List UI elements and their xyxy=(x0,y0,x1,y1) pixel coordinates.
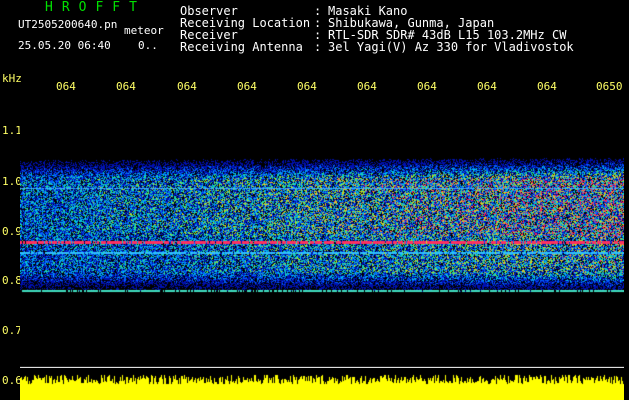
info-row-antenna: Receiving Antenna:3el Yagi(V) Az 330 for… xyxy=(180,41,574,53)
station-info: Observer: Masaki Kano Receiving Location:… xyxy=(180,5,574,53)
info-label: Receiving Antenna xyxy=(180,40,303,54)
time-tick: 064 xyxy=(477,80,497,93)
time-tick: 064 xyxy=(417,80,437,93)
frequency-tick: 0.6 xyxy=(2,374,22,387)
frequency-tick: 0.9 xyxy=(2,225,22,238)
meteor-tag: meteor xyxy=(124,24,164,37)
status-text: 0.. xyxy=(138,39,158,52)
time-tick: 064 xyxy=(537,80,557,93)
time-tick: 0650 xyxy=(596,80,623,93)
noise-level-strip xyxy=(20,368,624,400)
info-value: 3el Yagi(V) Az 330 for Vladivostok xyxy=(328,40,574,54)
frequency-tick: 1.1 xyxy=(2,124,22,137)
time-tick: 064 xyxy=(297,80,317,93)
spectrogram-display xyxy=(20,96,624,368)
time-tick: 064 xyxy=(116,80,136,93)
frequency-tick: 0.8 xyxy=(2,274,22,287)
frequency-tick: 0.7 xyxy=(2,324,22,337)
frequency-tick: 1.0 xyxy=(2,175,22,188)
file-name: UT2505200640.pn xyxy=(18,18,118,31)
time-tick: 064 xyxy=(56,80,76,93)
app-title: HROFFT xyxy=(45,0,146,15)
time-axis: 064 064 064 064 064 064 064 064 064 0650 xyxy=(0,80,629,94)
date-time: 25.05.20 06:40 xyxy=(18,39,111,52)
time-tick: 064 xyxy=(237,80,257,93)
time-tick: 064 xyxy=(357,80,377,93)
time-tick: 064 xyxy=(177,80,197,93)
info-separator: : xyxy=(314,40,322,54)
